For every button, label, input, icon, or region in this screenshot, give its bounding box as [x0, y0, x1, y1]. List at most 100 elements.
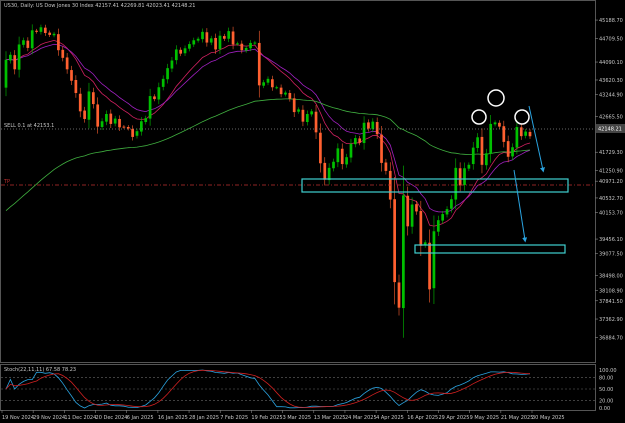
price-tick-label: 37841.50	[599, 299, 623, 305]
candle-body	[353, 138, 357, 145]
candle-body	[305, 114, 309, 123]
candle-body	[188, 44, 191, 49]
candle-body	[109, 113, 113, 124]
tp-label: TP	[3, 179, 10, 185]
candle-body	[209, 38, 213, 43]
candle-body	[480, 136, 484, 165]
candle-body	[201, 31, 204, 40]
candle-body	[48, 32, 52, 35]
candle-body	[419, 211, 423, 246]
candle-body	[262, 82, 265, 86]
candle-body	[236, 43, 239, 45]
candle-body	[319, 132, 322, 164]
target-zone[interactable]	[414, 244, 566, 254]
candle-body	[192, 40, 196, 45]
candle-body	[511, 147, 514, 157]
candle-body	[528, 131, 532, 137]
candle-body	[432, 231, 436, 289]
time-tick-label: 29 Nov 2024	[33, 415, 65, 421]
resistance-zone[interactable]	[301, 178, 569, 193]
candle-body	[367, 122, 370, 129]
time-axis: 19 Nov 2024 29 Nov 2024 11 Dec 2024 20 Dec …	[1, 410, 565, 421]
candle-body	[524, 131, 527, 136]
price-tick-label: 42665.50	[599, 114, 623, 120]
candle-body	[57, 34, 60, 51]
candle-body	[65, 57, 69, 70]
time-tick-label: 16 Jan 2025	[158, 415, 188, 421]
candle-body	[279, 87, 283, 95]
candle-body	[96, 104, 100, 127]
candle-body	[26, 40, 30, 48]
price-tick-label: 39077.50	[599, 252, 623, 258]
pattern-circle[interactable]	[514, 109, 530, 125]
time-tick-label: 19 Feb 2025	[251, 415, 282, 421]
price-tick-label: 41729.30	[599, 150, 623, 156]
candle-body	[91, 92, 95, 105]
price-tick-label: 44090.10	[599, 60, 623, 66]
candle-body	[358, 138, 362, 143]
candle-body	[222, 36, 226, 39]
candle-body	[214, 37, 217, 50]
price-tick-label: 40153.70	[599, 210, 623, 216]
candle-body	[244, 47, 248, 51]
time-tick-label: 20 Dec 2024	[96, 415, 128, 421]
price-tag-text: 42148.21	[598, 127, 622, 133]
down-arrow[interactable]	[528, 105, 545, 173]
candle-body	[52, 33, 56, 36]
candle-body	[122, 126, 126, 128]
price-tick-label: 43620.30	[599, 78, 623, 84]
candle-body	[301, 109, 305, 122]
candle-body	[17, 44, 21, 70]
time-tick-label: 29 Apr 2025	[438, 415, 469, 421]
candle-body	[205, 32, 209, 43]
ema-mid-line	[5, 43, 531, 213]
candle-body	[393, 199, 396, 283]
pattern-circle[interactable]	[471, 109, 487, 125]
price-tick-label: 43244.90	[599, 92, 623, 98]
candle-body	[375, 122, 379, 135]
candle-body	[179, 49, 183, 54]
price-tick-label: 45188.70	[599, 18, 623, 24]
candle-body	[349, 143, 353, 158]
price-tick-label: 39456.10	[599, 237, 623, 243]
candle-body	[493, 122, 497, 125]
candle-body	[436, 220, 440, 232]
candles	[4, 24, 532, 338]
price-tick-label: 40532.70	[599, 196, 623, 202]
chart-window[interactable]: US30, Daily: US Dow Jones 30 Index 42157…	[0, 0, 625, 423]
candle-body	[140, 121, 143, 132]
time-tick-label: 6 Jan 2025	[127, 415, 154, 421]
candle-body	[170, 60, 174, 69]
time-tick-label: 24 Mar 2025	[345, 415, 377, 421]
candle-body	[275, 87, 279, 89]
candle-body	[502, 126, 506, 142]
candle-body	[284, 92, 287, 95]
stoch-main-line	[5, 369, 531, 409]
price-tick-label: 38108.90	[599, 289, 623, 295]
candle-body	[13, 55, 17, 70]
candle-body	[74, 80, 78, 93]
candle-body	[161, 78, 165, 87]
time-tick-label: 3 Mar 2025	[283, 415, 312, 421]
price-chart[interactable]: US30, Daily: US Dow Jones 30 Index 42157…	[0, 0, 625, 423]
candle-body	[118, 118, 121, 128]
candle-body	[327, 167, 331, 181]
candle-body	[196, 38, 200, 41]
candle-body	[35, 30, 38, 32]
price-tick-label: 44709.50	[599, 36, 623, 42]
candle-body	[332, 161, 335, 169]
candle-body	[78, 93, 82, 112]
candle-body	[105, 114, 108, 122]
pattern-circle[interactable]	[487, 89, 505, 107]
candle-body	[402, 195, 405, 309]
down-arrow[interactable]	[513, 169, 528, 243]
candle-body	[297, 109, 300, 112]
price-tick-label: 38498.00	[599, 274, 623, 280]
candle-body	[380, 134, 383, 163]
candle-body	[126, 126, 130, 129]
candle-body	[135, 131, 139, 136]
candle-body	[323, 162, 327, 180]
candle-body	[397, 282, 401, 308]
candle-body	[271, 79, 274, 88]
time-tick-label: 16 Apr 2025	[407, 415, 438, 421]
